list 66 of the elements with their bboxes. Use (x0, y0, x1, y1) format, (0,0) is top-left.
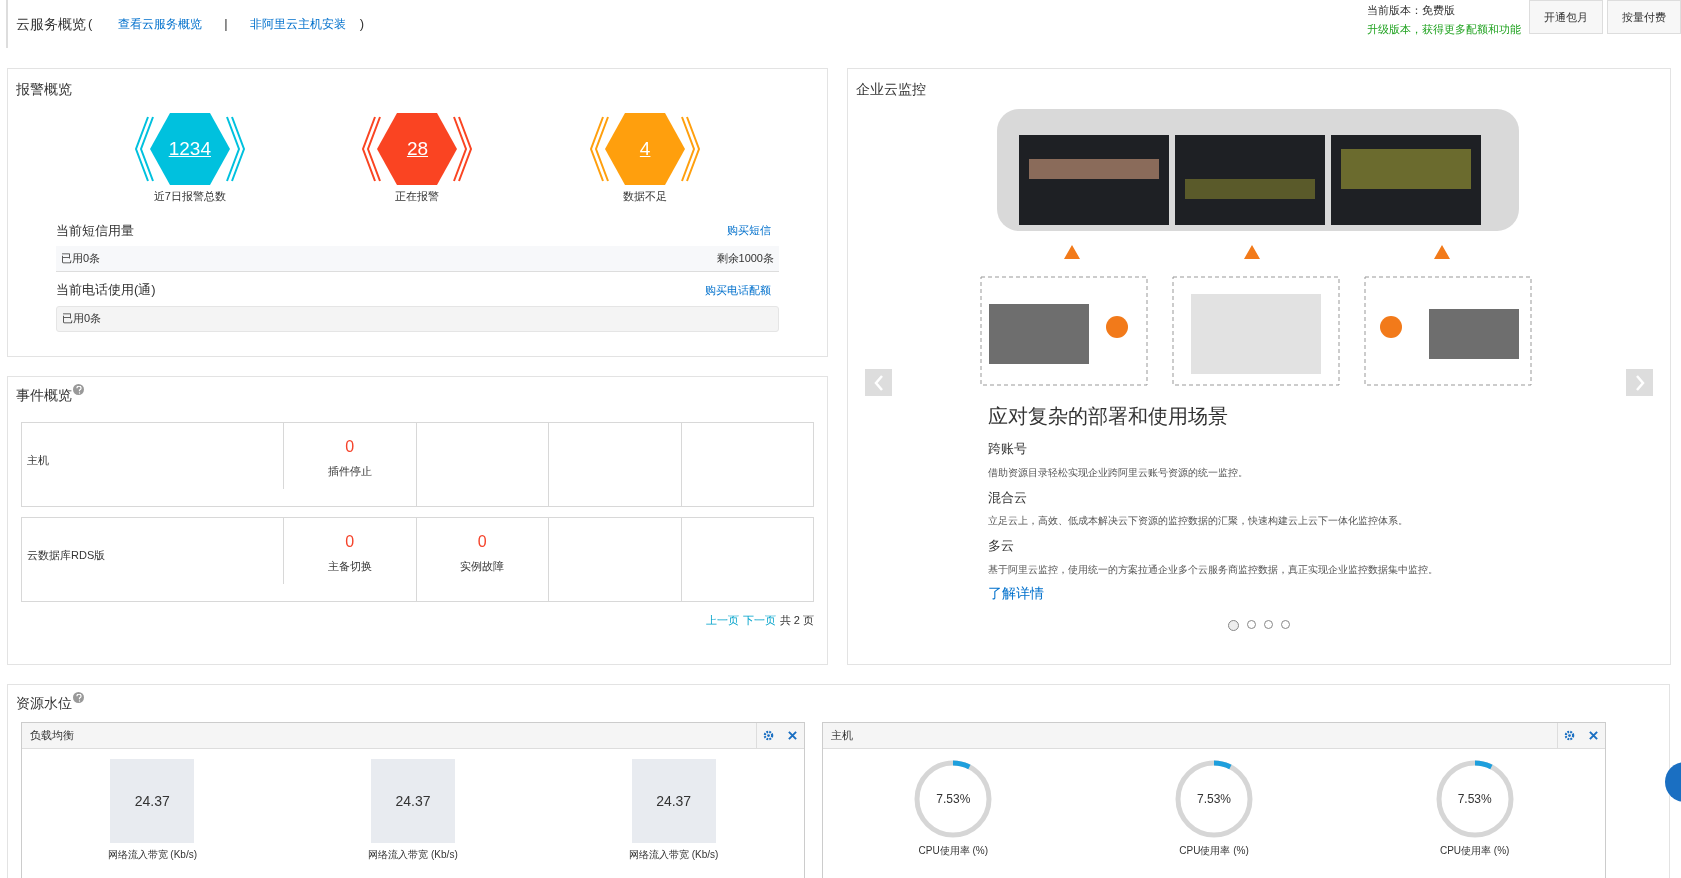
upgrade-text: 升级版本，获得更多配额和功能 (1367, 21, 1521, 37)
details-link[interactable]: 了解详情 (988, 582, 1044, 604)
buy-sms-link[interactable]: 购买短信 (727, 222, 771, 239)
close-icon (787, 731, 797, 740)
paren: ) (359, 15, 365, 34)
page-title: 云服务概览 (16, 14, 86, 34)
event-count: 0 (345, 532, 355, 552)
chevron-left-icon (873, 374, 884, 391)
panel-title: 事件概览 (16, 386, 72, 405)
metric-label: CPU使用率 (%) (1439, 844, 1510, 858)
buy-phone-link[interactable]: 购买电话配额 (705, 281, 771, 298)
panel-title: 企业云监控 (856, 81, 926, 97)
paren: ( (88, 15, 93, 34)
overview-link[interactable]: 查看云服务概览 (118, 15, 203, 33)
close-icon (1588, 731, 1598, 740)
gauge-value: 7.53% (1457, 791, 1492, 808)
value-tile: 24.37 (110, 759, 195, 843)
section-title: 多云 (988, 537, 1015, 555)
version-label: 当前版本：免费版 (1367, 3, 1456, 18)
plan-button[interactable]: 按量付费 (1607, 0, 1681, 34)
metric-label: CPU使用率 (%) (918, 844, 989, 858)
phone-title: 当前电话使用(通) (56, 281, 156, 299)
remaining-text: 剩余1000条 (716, 251, 774, 267)
used-text: 已用0条 (61, 251, 101, 267)
metric-label: 网络流入带宽 (Kb/s) (368, 848, 458, 862)
alarm-count-link[interactable]: 28 (406, 134, 429, 164)
sms-title: 当前短信用量 (56, 221, 134, 240)
alarm-label: 近7日报警总数 (153, 189, 226, 204)
help-icon[interactable] (73, 384, 84, 395)
widget-title: 负载均衡 (29, 728, 75, 744)
help-icon[interactable] (73, 692, 84, 703)
used-text: 已用0条 (62, 311, 102, 327)
metric-label: CPU使用率 (%) (1179, 844, 1249, 858)
metric-label: 网络流入带宽 (Kb/s) (628, 848, 719, 862)
event-count: 0 (345, 437, 355, 457)
slide-heading: 应对复杂的部署和使用场景 (988, 404, 1229, 429)
gauge-value: 7.53% (1196, 791, 1231, 808)
section-title: 跨账号 (988, 440, 1028, 458)
value-tile: 24.37 (371, 759, 455, 843)
service-name: 主机 (27, 454, 49, 466)
chevron-right-icon (1634, 374, 1645, 391)
settings-icon (763, 730, 774, 741)
gauge-value: 7.53% (936, 791, 971, 808)
event-label: 插件停止 (327, 464, 372, 479)
section-text: 立足云上，高效、低成本解决云下资源的监控数据的汇聚，快速构建云上云下一体化监控体系。 (988, 514, 1409, 528)
settings-icon (1564, 730, 1575, 741)
alarm-label: 数据不足 (623, 189, 668, 204)
event-label: 实例故障 (460, 559, 505, 574)
value-tile: 24.37 (631, 759, 716, 843)
separator: | (224, 15, 228, 34)
plan-button[interactable]: 开通包月 (1529, 0, 1603, 34)
event-count: 0 (477, 532, 487, 552)
metric-label: 网络流入带宽 (Kb/s) (107, 848, 198, 862)
widget-title: 主机 (830, 728, 854, 744)
service-name: 云数据库RDS版 (27, 549, 106, 561)
panel-title: 报警概览 (16, 81, 72, 97)
alarm-label: 正在报警 (395, 189, 440, 204)
install-link[interactable]: 非阿里云主机安装 (249, 15, 346, 33)
page-total: 共 2 页 (779, 613, 814, 628)
prev-page-link[interactable]: 上一页 (705, 612, 739, 629)
next-page-link[interactable]: 下一页 (742, 612, 776, 629)
event-label: 主备切换 (327, 559, 372, 574)
section-text: 借助资源目录轻松实现企业跨阿里云账号资源的统一监控。 (988, 465, 1249, 480)
section-text: 基于阿里云监控，使用统一的方案拉通企业多个云服务商监控数据，真正实现企业监控数据集中监控。 (988, 562, 1439, 577)
section-title: 混合云 (988, 488, 1028, 507)
panel-title: 资源水位 (16, 694, 72, 713)
